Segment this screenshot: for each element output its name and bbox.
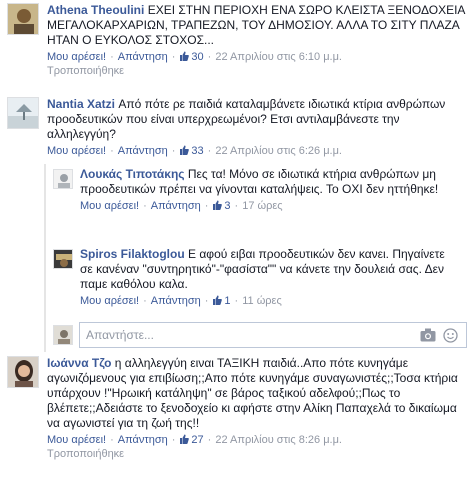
avatar[interactable] xyxy=(7,97,39,129)
reply-link[interactable]: Απάντηση xyxy=(151,200,201,212)
emoji-icon[interactable] xyxy=(443,328,458,346)
timestamp[interactable]: 17 ώρες xyxy=(242,200,282,212)
reply-input[interactable] xyxy=(80,323,420,347)
profile-photo xyxy=(8,357,38,387)
comment-author[interactable]: Ιωάννα Τζο xyxy=(47,356,111,370)
like-count-value: 30 xyxy=(191,51,204,63)
thumbs-up-icon xyxy=(213,295,223,305)
thumbs-up-icon xyxy=(180,145,190,155)
reply-actions: Μου αρέσει! · Απάντηση · 1 · 11 ώρες xyxy=(80,295,282,307)
reply-loukas: Λουκάς Τιποτάκης Πες τα! Μόνο σε ιδιωτικ… xyxy=(80,167,460,213)
reply-link[interactable]: Απάντηση xyxy=(118,145,168,157)
avatar[interactable] xyxy=(53,249,73,269)
thumbs-up-icon xyxy=(180,51,190,61)
timestamp[interactable]: 22 Απριλίου στις 6:26 μ.μ. xyxy=(215,145,342,157)
comment-author[interactable]: Nantia Xatzi xyxy=(47,97,115,111)
camera-icon[interactable] xyxy=(420,328,436,345)
reply-author[interactable]: Λουκάς Τιποτάκης xyxy=(80,167,185,181)
like-count-value: 33 xyxy=(191,145,204,157)
like-link[interactable]: Μου αρέσει! xyxy=(80,295,139,307)
like-count-value: 3 xyxy=(224,200,231,212)
like-link[interactable]: Μου αρέσει! xyxy=(47,51,106,63)
comment-actions: Μου αρέσει! · Απάντηση · 30 · 22 Απριλίου στις… xyxy=(47,51,342,63)
comment-body: Nantia Xatzi Από πότε ρε παιδιά καταλαμβ… xyxy=(47,97,467,142)
comment-nantia: Nantia Xatzi Από πότε ρε παιδιά καταλαμβ… xyxy=(47,97,467,158)
timestamp[interactable]: 22 Απριλίου στις 8:26 μ.μ. xyxy=(215,434,342,446)
reply-body: Λουκάς Τιποτάκης Πες τα! Μόνο σε ιδιωτικ… xyxy=(80,167,460,197)
reply-link[interactable]: Απάντηση xyxy=(118,434,168,446)
replies-thread xyxy=(44,164,46,352)
reply-input-box[interactable] xyxy=(79,322,467,348)
like-count[interactable]: 27 xyxy=(179,434,204,446)
like-link[interactable]: Μου αρέσει! xyxy=(80,200,139,212)
reply-link[interactable]: Απάντηση xyxy=(151,295,201,307)
profile-photo xyxy=(8,4,38,34)
like-count[interactable]: 3 xyxy=(212,200,231,212)
comment-ioanna: Ιωάννα Τζο η αλληλεγγύη ειναι ΤΑΞΙΚΗ παι… xyxy=(47,356,467,461)
like-count[interactable]: 30 xyxy=(179,51,204,63)
comment-actions: Μου αρέσει! · Απάντηση · 33 · 22 Απριλίου στις… xyxy=(47,145,342,157)
like-link[interactable]: Μου αρέσει! xyxy=(47,434,106,446)
profile-photo xyxy=(54,170,72,188)
avatar[interactable] xyxy=(7,356,39,388)
like-link[interactable]: Μου αρέσει! xyxy=(47,145,106,157)
thumbs-up-icon xyxy=(180,434,190,444)
like-count-value: 1 xyxy=(224,295,231,307)
comment-athena: Athena Theoulini ΕΧΕΙ ΣΤΗΝ ΠΕΡΙΟΧΗ ΕΝΑ Σ… xyxy=(47,3,467,78)
thumbs-up-icon xyxy=(213,200,223,210)
avatar[interactable] xyxy=(53,169,73,189)
timestamp[interactable]: 11 ώρες xyxy=(242,295,282,307)
comment-body: Ιωάννα Τζο η αλληλεγγύη ειναι ΤΑΞΙΚΗ παι… xyxy=(47,356,467,431)
like-count[interactable]: 33 xyxy=(179,145,204,157)
comment-actions: Μου αρέσει! · Απάντηση · 27 · 22 Απριλίου στις… xyxy=(47,434,342,446)
like-count[interactable]: 1 xyxy=(212,295,231,307)
avatar[interactable] xyxy=(7,3,39,35)
edited-label[interactable]: Τροποποιήθηκε xyxy=(47,447,467,461)
reply-author[interactable]: Spiros Filaktoglou xyxy=(80,247,185,261)
timestamp[interactable]: 22 Απριλίου στις 6:10 μ.μ. xyxy=(215,51,342,63)
like-count-value: 27 xyxy=(191,434,204,446)
profile-photo xyxy=(54,250,72,268)
reply-actions: Μου αρέσει! · Απάντηση · 3 · 17 ώρες xyxy=(80,200,283,212)
edited-label[interactable]: Τροποποιήθηκε xyxy=(47,64,467,78)
reply-body: Spiros Filaktoglou Ε αφού ειβαι προοδευτ… xyxy=(80,247,460,292)
reply-spiros: Spiros Filaktoglou Ε αφού ειβαι προοδευτ… xyxy=(80,247,460,308)
reply-link[interactable]: Απάντηση xyxy=(118,51,168,63)
profile-photo xyxy=(54,326,72,344)
profile-photo xyxy=(8,98,38,128)
comment-body: Athena Theoulini ΕΧΕΙ ΣΤΗΝ ΠΕΡΙΟΧΗ ΕΝΑ Σ… xyxy=(47,3,467,48)
comment-author[interactable]: Athena Theoulini xyxy=(47,3,144,17)
current-user-avatar xyxy=(53,325,73,345)
